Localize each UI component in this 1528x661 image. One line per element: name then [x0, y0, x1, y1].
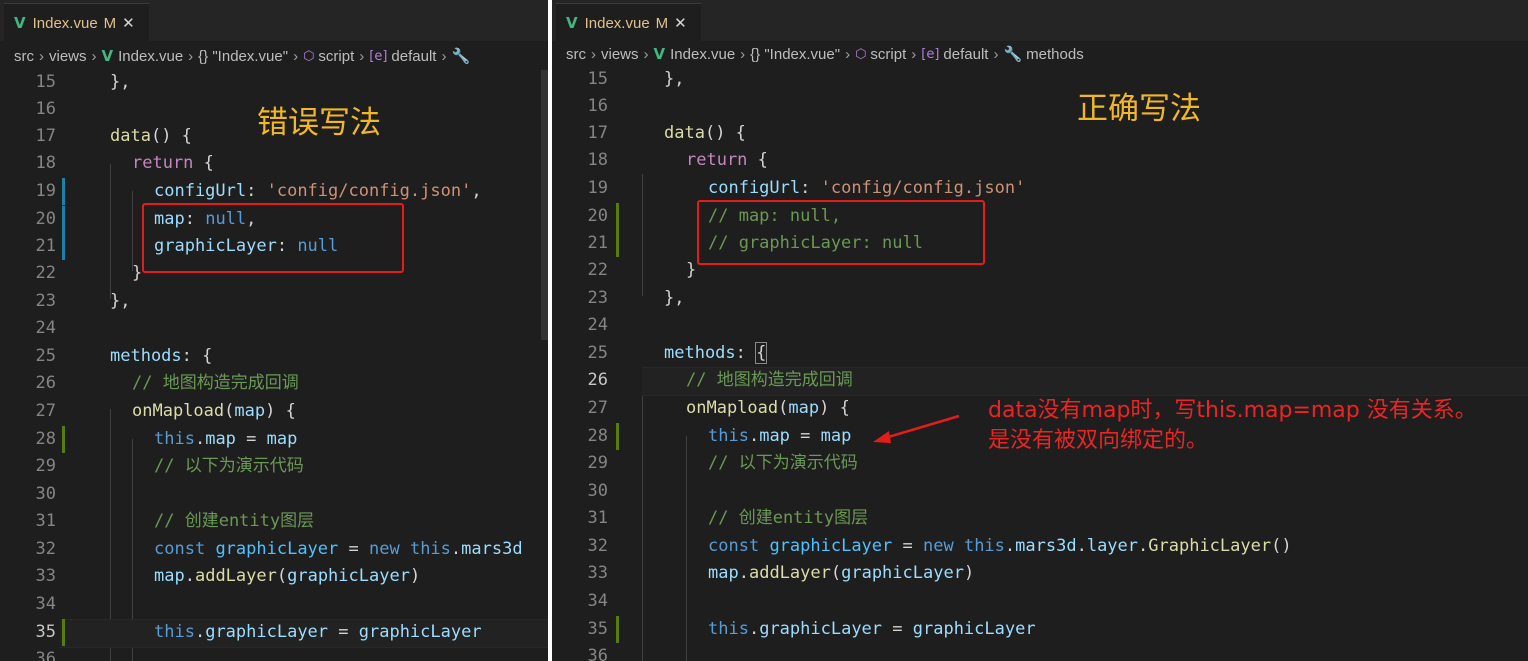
vue-file-icon: V	[14, 14, 26, 32]
wrench-icon: 🔧	[451, 47, 471, 65]
breadcrumb-default[interactable]: default	[391, 48, 436, 65]
line-number: 22	[587, 260, 608, 280]
line-number: 23	[587, 288, 608, 308]
line-number: 21	[587, 233, 608, 253]
line-number: 29	[587, 453, 608, 473]
line-number: 17	[587, 123, 608, 143]
annotation-note: data没有map时，写this.map=map 没有关系。 是没有被双向绑定的…	[988, 396, 1477, 456]
vue-file-icon: V	[566, 14, 578, 32]
line-number: 18	[35, 153, 56, 173]
error-highlight-box	[142, 203, 404, 273]
line-number: 15	[587, 69, 608, 89]
line-number: 21	[35, 236, 56, 256]
line-number: 26	[35, 373, 56, 393]
line-number: 24	[587, 315, 608, 335]
line-number: 20	[35, 209, 56, 229]
close-icon[interactable]: ✕	[122, 14, 135, 32]
breadcrumb: src › views › V Index.vue › {} "Index.vue" › …	[566, 45, 1084, 63]
variable-icon: [e]	[369, 48, 388, 64]
line-number: 28	[587, 426, 608, 446]
cube-icon: ⬡	[303, 48, 315, 64]
line-number: 30	[587, 481, 608, 501]
vue-file-icon: V	[101, 47, 114, 65]
breadcrumb-views[interactable]: views	[49, 48, 87, 65]
cube-icon: ⬡	[855, 46, 867, 62]
line-number: 16	[35, 99, 56, 119]
line-number: 30	[35, 484, 56, 504]
wrong-way-heading: 错误写法	[257, 105, 381, 141]
breadcrumb-script[interactable]: script	[318, 48, 354, 65]
line-number: 23	[35, 291, 56, 311]
line-number: 34	[587, 591, 608, 611]
line-number: 31	[587, 508, 608, 528]
line-number: 25	[35, 346, 56, 366]
line-number: 28	[35, 429, 56, 449]
line-number: 27	[35, 401, 56, 421]
line-number: 26	[587, 370, 608, 390]
tab-bar: V Index.vue M ✕	[552, 0, 1528, 42]
breadcrumb-file[interactable]: Index.vue	[118, 48, 183, 65]
tab-filename: Index.vue	[32, 14, 98, 32]
annotation-line-1: data没有map时，写this.map=map 没有关系。	[988, 398, 1477, 423]
line-number: 19	[587, 178, 608, 198]
line-number: 15	[35, 72, 56, 92]
line-number: 34	[35, 594, 56, 614]
variable-icon: [e]	[921, 46, 940, 62]
close-icon[interactable]: ✕	[674, 14, 687, 32]
line-number: 36	[587, 646, 608, 661]
line-number: 33	[35, 566, 56, 586]
breadcrumb-views[interactable]: views	[601, 46, 639, 63]
line-number: 36	[35, 649, 56, 661]
tab-filename: Index.vue	[584, 14, 650, 32]
tab-index-vue[interactable]: V Index.vue M ✕	[4, 3, 149, 42]
breadcrumb-methods[interactable]: methods	[1026, 46, 1084, 63]
modified-indicator: M	[655, 14, 669, 32]
line-number: 24	[35, 318, 56, 338]
breadcrumb-script[interactable]: script	[870, 46, 906, 63]
line-number: 35	[35, 622, 56, 642]
line-number: 27	[587, 398, 608, 418]
line-number: 19	[35, 181, 56, 201]
breadcrumb-src[interactable]: src	[14, 48, 34, 65]
annotation-line-2: 是没有被双向绑定的。	[988, 428, 1209, 453]
tab-bar: V Index.vue M ✕	[0, 0, 548, 42]
line-number: 33	[587, 563, 608, 583]
breadcrumb-default[interactable]: default	[943, 46, 988, 63]
breadcrumb-file[interactable]: Index.vue	[670, 46, 735, 63]
breadcrumb-module[interactable]: {} "Index.vue"	[198, 48, 288, 65]
line-number: 31	[35, 511, 56, 531]
breadcrumb: src › views › V Index.vue › {} "Index.vue" › …	[14, 47, 471, 65]
line-number: 16	[587, 96, 608, 116]
line-number: 22	[35, 263, 56, 283]
line-number: 25	[587, 343, 608, 363]
wrench-icon: 🔧	[1003, 45, 1023, 63]
breadcrumb-src[interactable]: src	[566, 46, 586, 63]
line-number: 32	[587, 536, 608, 556]
line-number: 35	[587, 619, 608, 639]
correct-highlight-box	[697, 200, 985, 265]
line-number: 20	[587, 206, 608, 226]
left-editor-panel: V Index.vue M ✕ src › views › V Index.vue › …	[0, 0, 548, 661]
line-number: 29	[35, 456, 56, 476]
right-editor-panel: V Index.vue M ✕ src › views › V Index.vue › …	[552, 0, 1528, 661]
modified-indicator: M	[103, 14, 117, 32]
breadcrumb-module[interactable]: {} "Index.vue"	[750, 46, 840, 63]
line-number: 32	[35, 539, 56, 559]
vue-file-icon: V	[653, 45, 666, 63]
tab-index-vue[interactable]: V Index.vue M ✕	[556, 3, 701, 42]
arrow-icon	[873, 414, 960, 443]
correct-way-heading: 正确写法	[1077, 91, 1201, 127]
line-number: 17	[35, 126, 56, 146]
line-number: 18	[587, 150, 608, 170]
